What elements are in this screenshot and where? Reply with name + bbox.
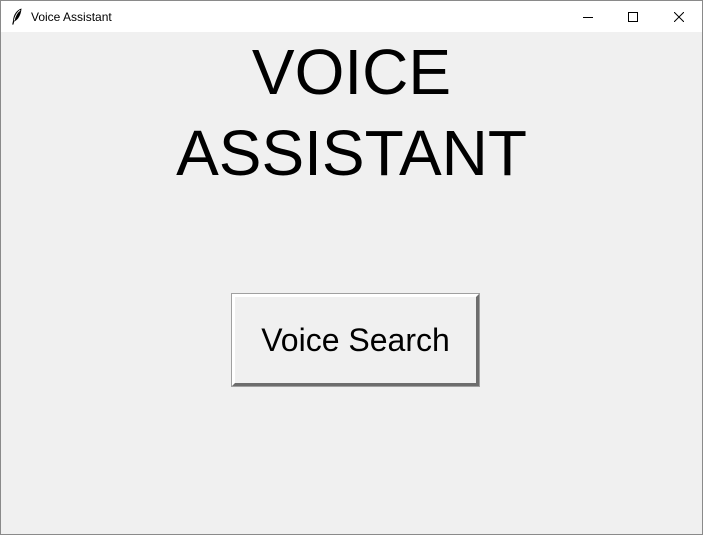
window-content: VOICE ASSISTANT Voice Search — [1, 32, 702, 534]
title-bar[interactable]: Voice Assistant — [1, 1, 702, 32]
page-title-line-2: ASSISTANT — [176, 117, 527, 189]
close-icon — [674, 11, 684, 22]
close-button[interactable] — [656, 1, 702, 32]
minimize-button[interactable] — [565, 1, 611, 32]
maximize-icon — [628, 11, 638, 22]
page-title-line-1: VOICE — [251, 36, 452, 108]
app-window: Voice Assistant VOICE ASSISTANT Voice Se… — [0, 0, 703, 535]
window-title: Voice Assistant — [31, 10, 112, 24]
maximize-button[interactable] — [610, 1, 656, 32]
minimize-icon — [583, 16, 593, 18]
voice-search-button[interactable]: Voice Search — [231, 293, 480, 387]
feather-icon — [11, 8, 23, 25]
